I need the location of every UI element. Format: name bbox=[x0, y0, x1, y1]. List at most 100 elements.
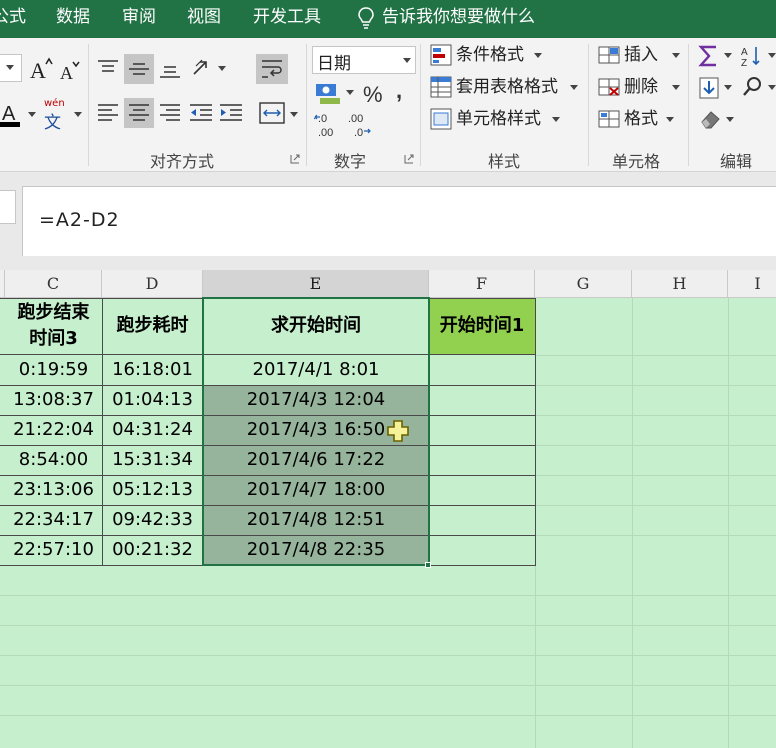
increase-indent-icon[interactable] bbox=[218, 102, 244, 124]
worksheet-grid[interactable]: C D E F G H I 跑步结束 时间3 跑步耗时 求开始时间 开始时间1 … bbox=[0, 270, 776, 748]
table-format-icon bbox=[430, 76, 452, 98]
wrap-text-button[interactable] bbox=[256, 54, 288, 84]
comma-style-icon[interactable]: , bbox=[394, 82, 408, 102]
gridline bbox=[535, 385, 776, 386]
gridline bbox=[535, 475, 776, 476]
chevron-down-icon[interactable] bbox=[552, 117, 560, 123]
chevron-down-icon[interactable] bbox=[724, 53, 732, 59]
chevron-down-icon[interactable] bbox=[28, 112, 36, 118]
tell-me-search[interactable]: 告诉我你想要做什么 bbox=[382, 4, 535, 30]
svg-text:A: A bbox=[2, 103, 16, 125]
alignment-group-label: 对齐方式 bbox=[150, 152, 215, 171]
svg-text:A: A bbox=[30, 58, 46, 82]
chevron-down-icon[interactable] bbox=[768, 85, 776, 91]
gridline bbox=[0, 625, 776, 626]
align-middle-button[interactable] bbox=[124, 54, 154, 84]
fill-icon[interactable] bbox=[698, 76, 720, 100]
chevron-down-icon bbox=[6, 65, 14, 70]
delete-button[interactable]: 删除 bbox=[624, 76, 658, 98]
percent-icon[interactable]: % bbox=[362, 82, 386, 106]
chevron-down-icon[interactable] bbox=[74, 112, 82, 118]
chevron-down-icon[interactable] bbox=[666, 117, 674, 123]
svg-text:Z: Z bbox=[741, 58, 747, 68]
number-launcher-icon[interactable] bbox=[404, 154, 414, 164]
number-format-select[interactable]: 日期 bbox=[312, 46, 416, 74]
increase-decimal-icon[interactable]: .0 .00 bbox=[314, 110, 344, 140]
tab-data[interactable]: 数据 bbox=[56, 4, 90, 30]
insert-cells-icon bbox=[598, 46, 620, 64]
column-header-f[interactable]: F bbox=[429, 270, 535, 298]
align-bottom-icon[interactable] bbox=[158, 58, 182, 80]
find-select-icon[interactable] bbox=[742, 76, 764, 98]
formula-bar: =A2-D2 bbox=[0, 172, 776, 270]
orientation-icon[interactable] bbox=[190, 56, 214, 80]
format-button[interactable]: 格式 bbox=[624, 108, 658, 130]
tab-view[interactable]: 视图 bbox=[187, 4, 221, 30]
column-header-c[interactable]: C bbox=[5, 270, 102, 298]
cell-styles-icon bbox=[430, 108, 452, 130]
decrease-indent-icon[interactable] bbox=[188, 102, 214, 124]
alignment-launcher-icon[interactable] bbox=[290, 154, 300, 164]
align-top-icon[interactable] bbox=[96, 58, 120, 80]
clear-eraser-icon[interactable] bbox=[698, 108, 722, 130]
font-color-icon[interactable]: A bbox=[0, 100, 26, 128]
chevron-down-icon[interactable] bbox=[218, 66, 226, 72]
chevron-down-icon[interactable] bbox=[346, 90, 354, 96]
insert-button[interactable]: 插入 bbox=[624, 44, 658, 66]
increase-font-icon[interactable]: A bbox=[28, 56, 54, 82]
chevron-down-icon[interactable] bbox=[290, 112, 298, 118]
cell-styles-button[interactable]: 单元格样式 bbox=[456, 108, 541, 130]
gridline bbox=[535, 355, 776, 356]
gridline bbox=[535, 505, 776, 506]
align-middle-icon bbox=[129, 63, 149, 75]
editing-group-label: 编辑 bbox=[720, 152, 753, 171]
chevron-down-icon[interactable] bbox=[768, 53, 776, 59]
ribbon: A A A wén 文 对齐方式 日期 % , .0 .00 .00 .0 数字… bbox=[0, 38, 776, 172]
align-right-icon[interactable] bbox=[158, 102, 182, 124]
table-format-button[interactable]: 套用表格格式 bbox=[456, 76, 558, 98]
svg-text:A: A bbox=[741, 47, 748, 58]
gridline bbox=[535, 415, 776, 416]
decrease-decimal-icon[interactable]: .00 .0 bbox=[346, 110, 376, 140]
chevron-down-icon[interactable] bbox=[672, 85, 680, 91]
accounting-format-icon[interactable] bbox=[314, 80, 344, 106]
merge-center-icon[interactable] bbox=[258, 100, 286, 126]
align-left-icon[interactable] bbox=[96, 102, 120, 124]
delete-cells-icon bbox=[598, 78, 620, 96]
tab-developer[interactable]: 开发工具 bbox=[253, 4, 321, 30]
svg-text:.0: .0 bbox=[354, 127, 363, 139]
conditional-format-icon bbox=[430, 44, 452, 66]
column-header-i[interactable]: I bbox=[728, 270, 776, 298]
column-header-d[interactable]: D bbox=[102, 270, 203, 298]
gridline bbox=[535, 535, 776, 536]
chevron-down-icon[interactable] bbox=[534, 53, 542, 59]
autosum-icon[interactable] bbox=[698, 44, 720, 68]
column-header-g[interactable]: G bbox=[535, 270, 632, 298]
svg-text:,: , bbox=[396, 82, 402, 102]
chevron-down-icon[interactable] bbox=[672, 53, 680, 59]
gridline bbox=[632, 298, 633, 748]
column-header-h[interactable]: H bbox=[632, 270, 728, 298]
svg-text:%: % bbox=[363, 82, 383, 106]
phonetic-guide-icon[interactable]: wén 文 bbox=[42, 98, 72, 133]
chevron-down-icon[interactable] bbox=[726, 117, 734, 123]
lightbulb-icon[interactable] bbox=[356, 4, 376, 30]
name-box[interactable] bbox=[0, 190, 16, 224]
table-border bbox=[102, 298, 103, 566]
fill-handle[interactable] bbox=[425, 562, 431, 568]
gridline bbox=[728, 298, 729, 748]
sort-filter-icon[interactable]: A Z bbox=[740, 44, 764, 68]
align-center-icon bbox=[129, 104, 149, 121]
tab-review[interactable]: 审阅 bbox=[122, 4, 156, 30]
chevron-down-icon bbox=[403, 58, 411, 63]
tab-formulas[interactable]: 公式 bbox=[0, 4, 26, 30]
chevron-down-icon[interactable] bbox=[724, 85, 732, 91]
font-size-box[interactable] bbox=[0, 54, 22, 82]
decrease-font-icon[interactable]: A bbox=[58, 60, 80, 82]
formula-input[interactable]: =A2-D2 bbox=[22, 186, 776, 256]
column-header-e[interactable]: E bbox=[203, 270, 429, 298]
chevron-down-icon[interactable] bbox=[570, 85, 578, 91]
cross-cursor-icon bbox=[387, 420, 409, 442]
conditional-format-button[interactable]: 条件格式 bbox=[456, 44, 524, 66]
align-center-button[interactable] bbox=[124, 98, 154, 128]
